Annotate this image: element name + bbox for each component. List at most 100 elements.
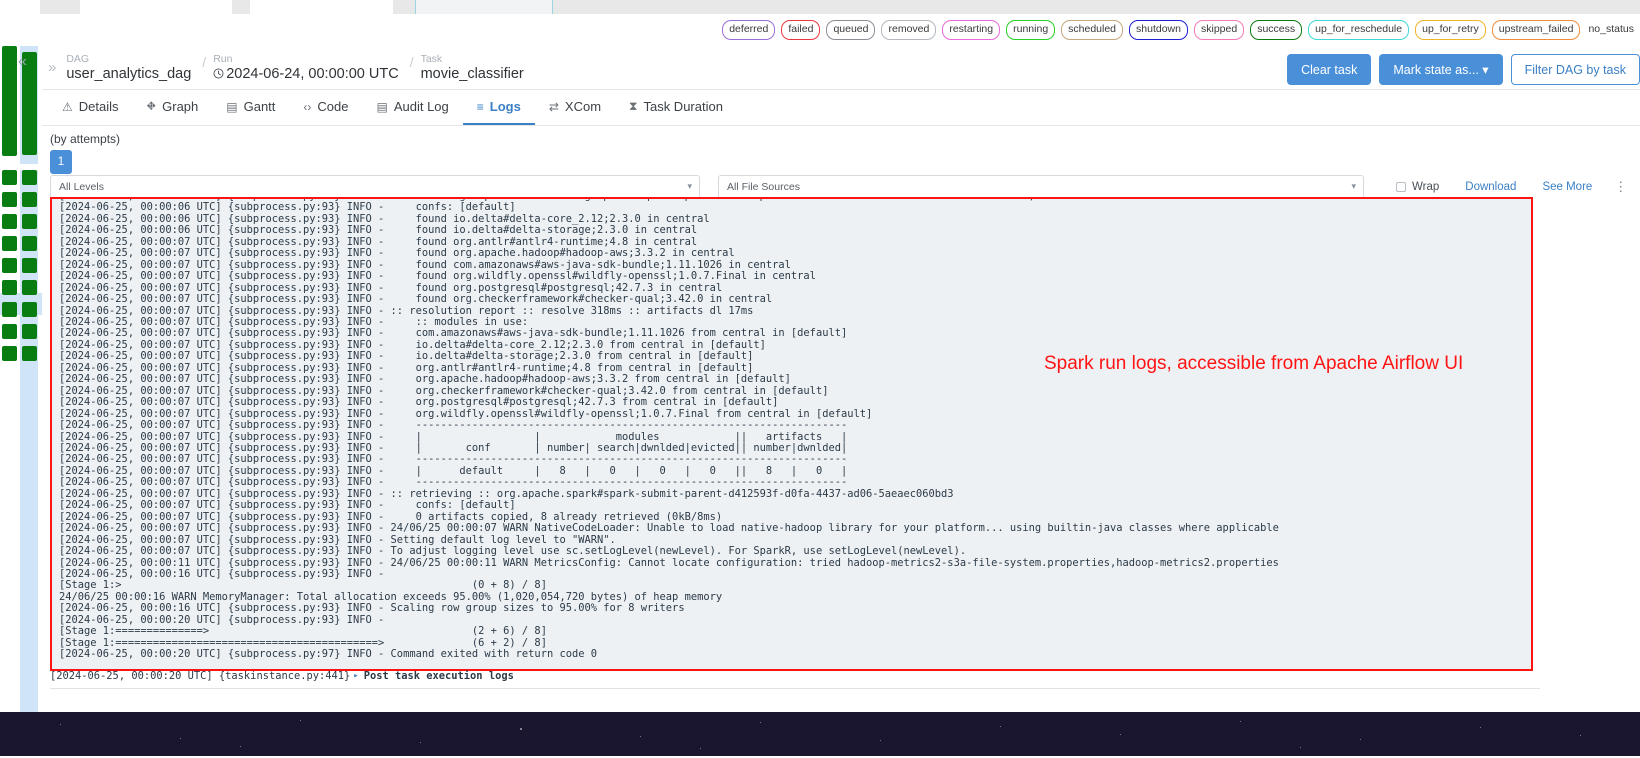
log-level-select[interactable]: All Levels ▾ [50,175,700,199]
tab-code[interactable]: ‹› Code [289,90,362,125]
status-badge-skipped[interactable]: skipped [1194,20,1244,40]
xcom-icon: ⇄ [549,100,559,114]
log-line: [2024-06-25, 00:00:07 UTC] {subprocess.p… [59,294,1532,305]
chevron-down-icon: ▾ [1351,181,1356,192]
grid-cell-selected[interactable] [22,236,37,251]
status-badge-restarting[interactable]: restarting [942,20,1000,40]
gantt-icon: ▤ [226,100,237,114]
grid-cell[interactable] [2,302,17,317]
mark-state-label: Mark state as... [1393,63,1478,77]
log-content-box[interactable]: [2024-06-25, 00:00:06 UTC] {subprocess.p… [50,197,1533,671]
status-badge-removed[interactable]: removed [881,20,936,40]
more-options-icon[interactable]: ⋮ [1614,179,1627,195]
breadcrumb-dag[interactable]: DAG user_analytics_dag [66,53,195,82]
status-badge-failed[interactable]: failed [781,20,820,40]
code-icon: ‹› [303,100,311,114]
breadcrumb-run-label: Run [213,53,399,65]
grid-bar[interactable] [2,46,17,156]
grid-cell[interactable] [22,324,37,339]
tab-label: Code [317,99,348,114]
task-duration-icon: ⧗ [629,99,637,114]
status-badge-up_for_retry[interactable]: up_for_retry [1415,20,1486,40]
browser-tab-active[interactable] [415,0,553,14]
grid-cell[interactable] [2,258,17,273]
tab-task-duration[interactable]: ⧗ Task Duration [615,90,737,125]
wrap-checkbox[interactable] [1396,182,1406,192]
filter-dag-by-task-button[interactable]: Filter DAG by task [1511,54,1640,85]
grid-cell[interactable] [22,280,37,295]
log-lines-container: [2024-06-25, 00:00:06 UTC] {subprocess.p… [51,197,1532,661]
status-badge-scheduled[interactable]: scheduled [1061,20,1123,40]
grid-cell[interactable] [2,324,17,339]
status-badge-up_for_reschedule[interactable]: up_for_reschedule [1308,20,1409,40]
dag-grid-minimap[interactable] [0,46,42,712]
status-badge-no_status[interactable]: no_status [1586,21,1640,39]
grid-cell[interactable] [22,214,37,229]
status-badge-deferred[interactable]: deferred [722,20,775,40]
chevron-down-icon: ▾ [1482,63,1488,77]
breadcrumb-dag-value[interactable]: user_analytics_dag [66,66,191,82]
chevron-down-icon: ▾ [687,181,692,192]
status-badge-success[interactable]: success [1250,20,1302,40]
log-line: [2024-06-25, 00:00:07 UTC] {subprocess.p… [59,523,1532,534]
grid-cell[interactable] [2,280,17,295]
breadcrumb-task-value[interactable]: movie_classifier [421,66,524,82]
clear-task-button[interactable]: Clear task [1287,54,1371,85]
page-scrollbar[interactable] [1634,92,1640,758]
wrap-toggle[interactable]: Wrap [1396,181,1439,193]
grid-cell[interactable] [22,170,37,185]
grid-cell[interactable] [2,192,17,207]
collapse-sidebar-icon[interactable]: « [18,53,27,71]
browser-tab[interactable] [80,0,232,14]
breadcrumb: « » DAG user_analytics_dag / Run 2024-06… [42,46,1640,90]
tab-label: Task Duration [643,99,722,114]
file-source-select[interactable]: All File Sources ▾ [718,175,1364,199]
breadcrumb-run[interactable]: Run 2024-06-24, 00:00:00 UTC [213,53,403,82]
expand-details-icon[interactable]: » [48,59,56,76]
tab-logs[interactable]: ≡Logs [463,90,535,125]
breadcrumb-task-label: Task [421,53,524,65]
grid-cell[interactable] [22,258,37,273]
log-viewer[interactable]: [2024-06-25, 00:00:06 UTC] {subprocess.p… [50,197,1533,671]
star-decoration [640,736,641,737]
tab-xcom[interactable]: ⇄XCom [535,90,615,125]
grid-cell[interactable] [2,236,17,251]
status-badge-running[interactable]: running [1006,20,1055,40]
attempt-1-chip[interactable]: 1 [50,150,72,174]
breadcrumb-run-value: 2024-06-24, 00:00:00 UTC [226,66,399,82]
breadcrumb-run-value-wrap[interactable]: 2024-06-24, 00:00:00 UTC [213,66,399,82]
post-exec-label[interactable]: Post task execution logs [364,670,514,682]
tab-gantt[interactable]: ▤Gantt [212,90,289,125]
header-actions: Clear task Mark state as... ▾ Filter DAG… [1287,54,1640,85]
tab-graph[interactable]: ⛖Graph [133,90,213,125]
grid-cell[interactable] [2,170,17,185]
log-line: [Stage 1:==============> (2 + 6) / 8] [59,626,1532,637]
status-badge-shutdown[interactable]: shutdown [1129,20,1188,40]
log-line: [2024-06-25, 00:00:07 UTC] {subprocess.p… [59,420,1532,431]
breadcrumb-task[interactable]: Task movie_classifier [421,53,528,82]
tab-audit-log[interactable]: ▤Audit Log [362,90,462,125]
see-more-link[interactable]: See More [1542,181,1592,193]
clock-icon [213,68,224,79]
post-task-execution-logs-row[interactable]: [2024-06-25, 00:00:20 UTC] {taskinstance… [50,663,1540,689]
download-link[interactable]: Download [1465,181,1516,193]
star-decoration [180,738,181,739]
tab-details[interactable]: ⚠Details [48,90,133,125]
grid-cell[interactable] [2,346,17,361]
mark-state-button[interactable]: Mark state as... ▾ [1379,54,1502,85]
status-badge-queued[interactable]: queued [826,20,875,40]
status-badge-upstream_failed[interactable]: upstream_failed [1492,20,1581,40]
star-decoration [1120,734,1121,735]
grid-cell[interactable] [2,214,17,229]
logs-icon: ≡ [477,100,484,114]
file-source-value: All File Sources [727,181,800,193]
grid-cell[interactable] [22,192,37,207]
log-line: [2024-06-25, 00:00:07 UTC] {subprocess.p… [59,397,1532,408]
grid-cell[interactable] [22,302,37,317]
expand-triangle-icon[interactable]: ▸ [353,671,358,681]
breadcrumb-separator: / [202,54,206,70]
post-exec-prefix: [2024-06-25, 00:00:20 UTC] {taskinstance… [50,670,350,682]
browser-tab[interactable] [0,0,40,14]
browser-tab[interactable] [250,0,393,14]
grid-cell[interactable] [22,346,37,361]
